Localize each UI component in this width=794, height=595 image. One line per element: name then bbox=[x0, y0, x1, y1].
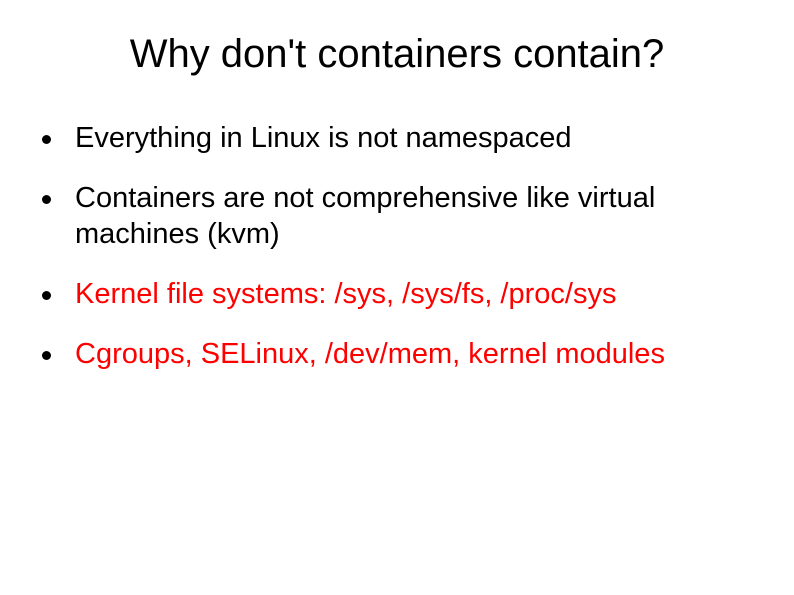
list-item: Containers are not comprehensive like vi… bbox=[42, 181, 754, 253]
slide: Why don't containers contain? Everything… bbox=[0, 0, 794, 595]
bullet-text: Everything in Linux is not namespaced bbox=[75, 121, 572, 157]
bullet-icon bbox=[42, 351, 51, 360]
list-item: Cgroups, SELinux, /dev/mem, kernel modul… bbox=[42, 337, 754, 373]
list-item: Everything in Linux is not namespaced bbox=[42, 121, 754, 157]
bullet-icon bbox=[42, 195, 51, 204]
bullet-icon bbox=[42, 291, 51, 300]
slide-title: Why don't containers contain? bbox=[40, 32, 754, 77]
list-item: Kernel file systems: /sys, /sys/fs, /pro… bbox=[42, 277, 754, 313]
bullet-text: Containers are not comprehensive like vi… bbox=[75, 181, 754, 253]
bullet-text: Cgroups, SELinux, /dev/mem, kernel modul… bbox=[75, 337, 665, 373]
bullet-text: Kernel file systems: /sys, /sys/fs, /pro… bbox=[75, 277, 616, 313]
bullet-icon bbox=[42, 135, 51, 144]
bullet-list: Everything in Linux is not namespaced Co… bbox=[40, 121, 754, 373]
